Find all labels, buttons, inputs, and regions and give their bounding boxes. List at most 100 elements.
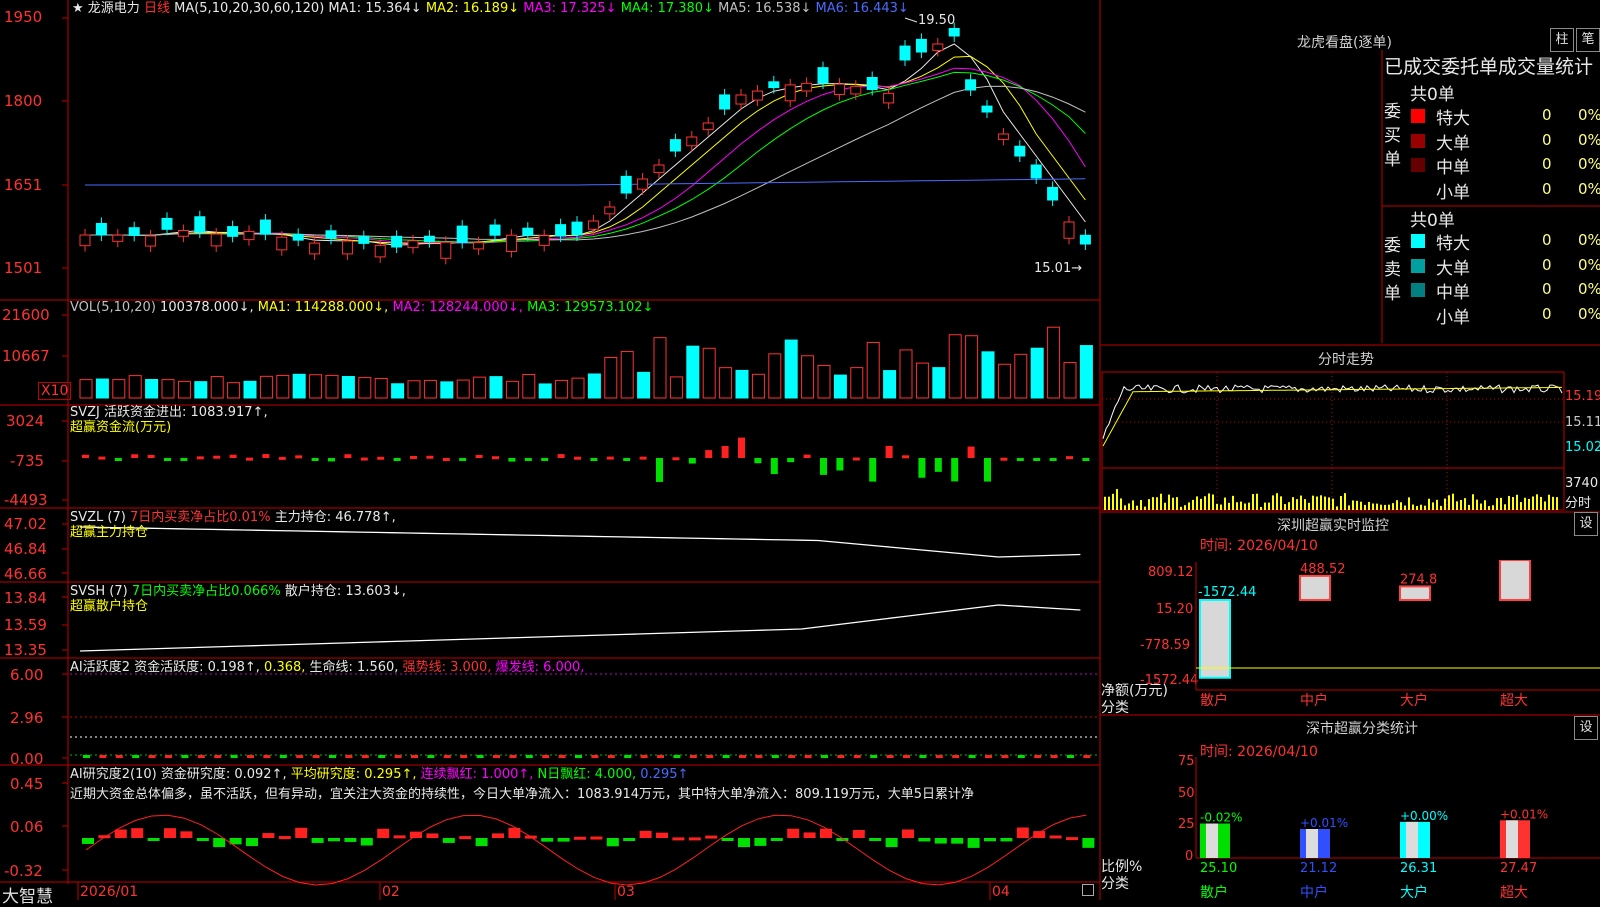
- ai-research-label: AI研究度2(10): [70, 767, 157, 782]
- svzj-label: SVZJ 活跃资金进出: 1083.917↑,: [70, 405, 268, 420]
- ai-active-p2: 0.368,: [264, 660, 306, 675]
- ratio-value: 26.31: [1400, 861, 1437, 876]
- intraday-volume-bar: [1364, 504, 1366, 510]
- intraday-volume-bar: [1508, 495, 1510, 510]
- lock-icon[interactable]: [1082, 884, 1094, 896]
- intraday-volume-bar: [1448, 495, 1450, 510]
- intraday-title: 分时走势: [1318, 352, 1374, 368]
- svzj-bar: [984, 458, 991, 482]
- stock-name[interactable]: 龙源电力: [88, 1, 140, 16]
- volume-bar: [309, 374, 323, 399]
- svzj-bar: [393, 458, 401, 461]
- intraday-volume-bar: [1148, 499, 1150, 510]
- sz-monitor-title: 深圳超赢实时监控: [1277, 518, 1389, 534]
- intraday-volume-bar: [1108, 496, 1110, 510]
- ai-active-p3: 生命线: 1.560,: [309, 660, 399, 675]
- volume-bar: [669, 376, 683, 399]
- order-size-label: 小单: [1436, 182, 1470, 203]
- svzl-axis-label: 46.66: [4, 565, 47, 583]
- bar-mode-button[interactable]: 柱: [1550, 28, 1574, 52]
- ai-activity-bar: [1083, 755, 1091, 758]
- order-percent: 0%: [1578, 130, 1600, 149]
- sz-classify-settings-button[interactable]: 设: [1574, 716, 1598, 740]
- volume-bar: [735, 369, 749, 399]
- intraday-volume-bar: [1260, 506, 1262, 510]
- ai-activity-bar: [197, 755, 205, 758]
- ai-research-bar: [705, 835, 718, 839]
- ai-activity-bar: [870, 755, 878, 758]
- buy-group-label: 委买单: [1384, 102, 1401, 170]
- svzj-bar: [98, 456, 106, 460]
- candlesticks[interactable]: [79, 22, 1091, 265]
- intraday-volume-bar: [1272, 495, 1274, 510]
- candle-body: [505, 234, 517, 252]
- svzj-bar: [1049, 458, 1057, 461]
- volume-bar: [833, 374, 847, 399]
- ai-activity-bar: [968, 755, 976, 758]
- svzl-line: [79, 526, 1081, 558]
- low-price-mark: 15.01→: [1034, 261, 1083, 276]
- ai-research-bar: [147, 838, 160, 841]
- intraday-chart[interactable]: [1100, 370, 1600, 512]
- ai-research-bar: [213, 838, 226, 848]
- sz-monitor-settings-button[interactable]: 设: [1574, 512, 1598, 536]
- order-count: 0: [1542, 155, 1552, 173]
- volume-ma2: MA2: 128244.000↓,: [392, 300, 523, 315]
- ai-research-bar: [869, 838, 882, 841]
- order-percent: 0%: [1578, 179, 1600, 198]
- ai-activity-bar: [558, 755, 566, 758]
- high-price-mark: 19.50: [918, 13, 956, 28]
- volume-header: VOL(5,10,20) 100378.000↓, MA1: 114288.00…: [70, 300, 653, 316]
- category-label: 大户: [1400, 692, 1428, 709]
- svzj-axis-label: -735: [10, 452, 45, 470]
- favorite-star-icon[interactable]: ★: [72, 1, 84, 16]
- ma2-value: MA2: 16.189↓: [425, 1, 520, 16]
- ai-activity-bar: [837, 755, 845, 758]
- ai-research-axis-label: -0.32: [4, 862, 43, 880]
- candle-body: [128, 227, 140, 236]
- candle-body: [555, 224, 567, 237]
- volume-bar: [932, 367, 946, 399]
- svsh-hold: 散户持仓: 13.603↓,: [284, 584, 406, 599]
- svzj-axis-label: 3024: [6, 412, 45, 430]
- ai-activity-bar: [853, 755, 861, 758]
- intraday-volume-bar: [1124, 505, 1126, 510]
- ai-research-bar: [328, 838, 340, 842]
- ai-research-bar: [623, 838, 636, 841]
- ai-activity-bar: [263, 755, 271, 758]
- intraday-volume-bar: [1512, 497, 1514, 510]
- volume-bar: [587, 373, 601, 399]
- volume-bar: [128, 375, 142, 399]
- ai-active-header: AI活跃度2 资金活跃度: 0.198↑, 0.368, 生命线: 1.560,…: [70, 660, 584, 676]
- intraday-volume-bar: [1316, 496, 1318, 510]
- ai-activity-bar: [83, 755, 90, 758]
- intraday-volume-bar: [1396, 500, 1398, 510]
- svzj-bar: [688, 458, 696, 464]
- volume-bar: [243, 380, 257, 399]
- intraday-volume-bar: [1288, 502, 1290, 510]
- intraday-volume-bar: [1336, 506, 1338, 510]
- ai-research-bars: [82, 814, 1095, 886]
- svzj-bar: [1033, 458, 1041, 461]
- candle-body: [259, 219, 271, 235]
- tick-mode-button[interactable]: 笔: [1576, 28, 1600, 52]
- ai-research-bar: [82, 838, 94, 844]
- ai-research-bar: [656, 832, 668, 838]
- candle-body: [440, 241, 452, 259]
- intraday-volume-bar: [1112, 493, 1114, 510]
- intraday-volume-bar: [1348, 505, 1350, 510]
- period-label[interactable]: 日线: [144, 1, 170, 16]
- ai-research-bar: [688, 837, 701, 841]
- svzj-bar: [475, 454, 483, 458]
- intraday-volume-bar: [1384, 504, 1386, 510]
- ma4-value: MA4: 17.380↓: [620, 1, 714, 16]
- ai-activity-bar: [985, 755, 992, 758]
- ma-line: [85, 178, 1086, 186]
- ma-line: [85, 85, 1086, 241]
- ai-research-axis-label: 0.45: [10, 775, 44, 793]
- intraday-volume-bar: [1504, 504, 1506, 510]
- candle-body: [1014, 145, 1026, 157]
- intraday-volume-bar: [1488, 506, 1490, 510]
- intraday-volume-bar: [1436, 499, 1438, 510]
- intraday-volume-bar: [1268, 502, 1270, 510]
